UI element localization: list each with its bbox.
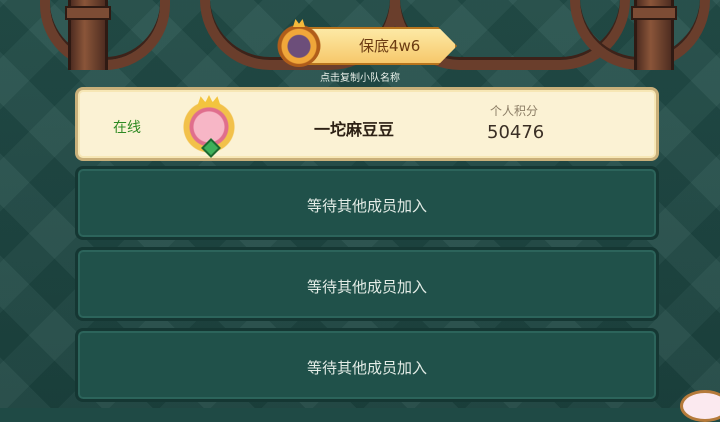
team-name-badge[interactable]: 保底4w6 [277,21,463,69]
member-card[interactable]: 在线 一坨麻豆豆 个人积分 50476 [75,87,659,161]
team-emblem-icon [277,21,321,67]
score-label: 个人积分 [490,104,539,118]
waiting-text: 等待其他成员加入 [306,359,427,377]
team-name: 保底4w6 [359,37,421,55]
corner-button-icon[interactable] [680,390,720,422]
waiting-text: 等待其他成员加入 [306,197,427,215]
pillar-left [65,0,111,70]
pillar-right [631,0,677,70]
score-value: 50476 [487,122,545,143]
empty-slot: 等待其他成员加入 [75,166,659,240]
waiting-text: 等待其他成员加入 [306,278,427,296]
crowned-pink-avatar-icon[interactable] [181,95,237,153]
copy-team-name-hint[interactable]: 点击复制小队名称 [0,69,720,84]
online-status: 在线 [113,120,141,136]
empty-slot: 等待其他成员加入 [75,247,659,321]
empty-slot: 等待其他成员加入 [75,328,659,402]
player-name: 一坨麻豆豆 [314,120,395,139]
